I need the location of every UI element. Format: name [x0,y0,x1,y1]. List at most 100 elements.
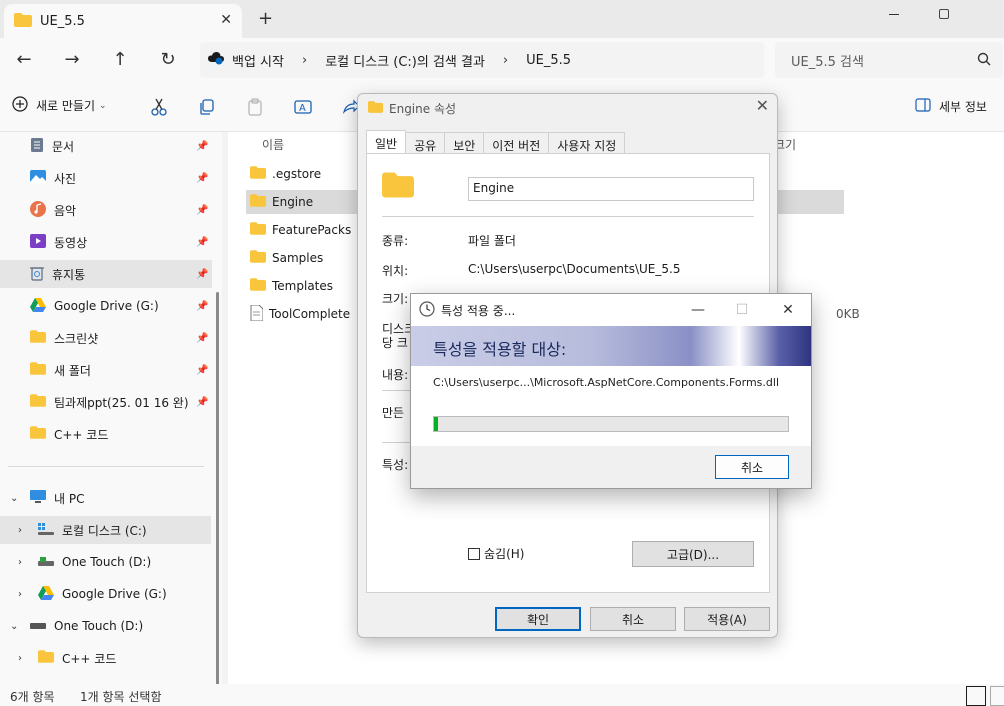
details-button[interactable]: 세부 정보 [915,98,987,115]
svg-text:A: A [299,103,306,114]
progress-title-bar: 특성 적용 중... — ☐ ✕ [411,294,811,326]
rename-icon[interactable]: A [294,98,312,116]
sidebar-scrollbar[interactable] [216,292,219,706]
sidebar-item-documents[interactable]: 문서 📌 [0,132,212,160]
chevron-right-icon[interactable]: › [302,53,307,68]
minimize-button[interactable] [872,2,916,26]
sidebar-item-videos[interactable]: 동영상 📌 [0,228,212,256]
videos-icon [30,233,46,251]
hidden-checkbox[interactable]: 숨김(H) [468,545,524,562]
sidebar-item-pictures[interactable]: 사진 📌 [0,164,212,192]
sidebar-item-label: 동영상 [54,235,88,250]
tree-item-label: One Touch (D:) [54,619,144,633]
sidebar-item-label: 스크린샷 [54,331,99,346]
tiles-view-icon[interactable] [990,686,1004,706]
file-name: .egstore [272,167,322,181]
title-bar: UE_5.5 ✕ + [0,0,1004,38]
properties-title: Engine 속성 [368,100,456,117]
advanced-button[interactable]: 고급(D)... [632,541,754,567]
tab-customize[interactable]: 사용자 지정 [548,132,626,154]
maximize-button[interactable]: ☐ [719,294,765,326]
tree-item-one-touch-d-root[interactable]: ⌄ One Touch (D:) [0,612,212,640]
forward-arrow-icon[interactable]: → [60,48,84,72]
apply-button[interactable]: 적용(A) [684,607,770,631]
tree-item-label: 내 PC [54,491,85,506]
tab-security[interactable]: 보안 [444,132,485,154]
sidebar-item-screenshots[interactable]: 스크린샷 📌 [0,324,212,352]
sidebar-item-new-folder[interactable]: 새 폴더 📌 [0,356,212,384]
tree-item-google-drive-g[interactable]: › Google Drive (G:) [0,580,212,608]
chevron-down-icon[interactable]: ⌄ [10,621,18,632]
type-value: 파일 폴더 [468,234,516,248]
chevron-right-icon[interactable]: › [18,589,22,600]
item-count: 6개 항목 [10,690,55,704]
ok-button[interactable]: 확인 [495,607,581,631]
breadcrumb-search[interactable]: 로컬 디스크 (C:)의 검색 결과 [325,51,485,70]
folder-name-field[interactable]: Engine [468,177,754,201]
cancel-button[interactable]: 취소 [590,607,676,631]
details-view-icon[interactable] [966,686,986,706]
progress-content: C:\Users\userpc...\Microsoft.AspNetCore.… [411,366,811,446]
properties-tabs: 일반 공유 보안 이전 버전 사용자 지정 [366,130,626,154]
paste-icon[interactable] [246,98,264,116]
chevron-right-icon[interactable]: › [18,653,22,664]
pin-icon: 📌 [196,236,209,248]
chevron-right-icon[interactable]: › [503,53,508,68]
tab-ue55[interactable]: UE_5.5 ✕ [4,4,242,38]
sidebar-item-recycle-bin[interactable]: 휴지통 📌 [0,260,212,288]
chevron-right-icon[interactable]: › [18,525,22,536]
checkbox-box[interactable] [468,547,480,560]
maximize-button[interactable] [922,2,966,26]
sidebar-item-label: Google Drive (G:) [54,299,159,313]
sidebar-item-music[interactable]: 음악 📌 [0,196,212,224]
folder-icon [250,222,266,238]
sidebar-item-label: 사진 [54,171,77,186]
folder-icon [30,394,46,410]
sidebar-item-label: C++ 코드 [54,427,109,442]
back-arrow-icon[interactable]: ← [12,48,36,72]
tab-sharing[interactable]: 공유 [405,132,446,154]
tree-item-cpp-code[interactable]: › C++ 코드 [0,644,212,672]
column-header-name[interactable]: 이름 [262,136,284,153]
up-arrow-icon[interactable]: ↑ [108,48,132,72]
new-tab-button[interactable]: + [258,8,273,29]
tree-item-label: C++ 코드 [62,651,117,666]
breadcrumb-root[interactable]: 백업 시작 [232,51,284,70]
progress-bar [433,416,789,432]
recycle-bin-icon [30,265,44,284]
folder-icon [250,166,266,182]
tab-title: UE_5.5 [40,13,85,29]
sidebar-item-cpp-code[interactable]: C++ 코드 [0,420,212,448]
chevron-down-icon[interactable]: ⌄ [10,493,18,504]
close-icon[interactable]: ✕ [756,96,769,115]
tree-item-local-disk-c[interactable]: › 로컬 디스크 (C:) [0,516,211,544]
search-input[interactable]: UE_5.5 검색 [775,42,1003,78]
sidebar-item-team-ppt[interactable]: 팀과제ppt(25. 01 16 완) 📌 [0,388,212,416]
progress-cancel-button[interactable]: 취소 [715,455,789,479]
selection-count: 1개 항목 선택함 [80,690,162,704]
pin-icon: 📌 [196,204,209,216]
sidebar-item-google-drive[interactable]: Google Drive (G:) 📌 [0,292,212,320]
close-icon[interactable]: ✕ [765,294,811,326]
chevron-right-icon[interactable]: › [18,557,22,568]
tab-close-icon[interactable]: ✕ [220,12,232,28]
banner-text: 특성을 적용할 대상: [433,340,567,359]
tree-item-this-pc[interactable]: ⌄ 내 PC [0,484,212,512]
copy-icon[interactable] [198,98,216,116]
usb-drive-icon [38,555,54,570]
file-icon [250,304,264,324]
refresh-icon[interactable]: ↻ [156,48,180,72]
tree-item-label: Google Drive (G:) [62,587,167,601]
file-name: Samples [272,251,324,265]
tab-general[interactable]: 일반 [366,130,407,154]
drive-icon [30,619,46,633]
tree-item-one-touch-d[interactable]: › One Touch (D:) [0,548,212,576]
tab-previous-versions[interactable]: 이전 버전 [483,132,550,154]
breadcrumb-ue55[interactable]: UE_5.5 [526,53,571,68]
new-button[interactable]: 새로 만들기 ⌄ [12,96,107,115]
details-button-label: 세부 정보 [939,100,987,114]
pin-icon: 📌 [196,364,209,376]
address-bar[interactable]: 백업 시작 › 로컬 디스크 (C:)의 검색 결과 › UE_5.5 [200,42,764,78]
minimize-button[interactable]: — [675,294,721,326]
cut-icon[interactable] [150,98,168,116]
